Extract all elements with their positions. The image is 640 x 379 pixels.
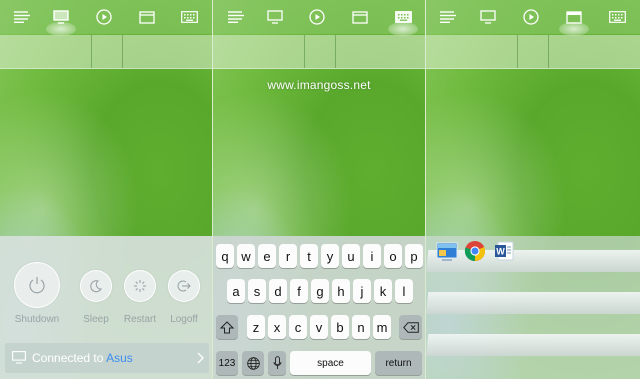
- chevron-right-icon: [197, 352, 204, 364]
- shutdown-label: Shutdown: [14, 314, 60, 325]
- key-w[interactable]: w: [237, 244, 255, 268]
- key-t[interactable]: t: [300, 244, 318, 268]
- window-shelf[interactable]: [426, 250, 640, 272]
- onscreen-keyboard: q w e r t y u i o p a s d f g h j k l z x c v b n m 123 space return: [213, 236, 425, 379]
- microphone-icon: [273, 356, 281, 369]
- monitor-icon: [12, 351, 26, 364]
- shift-key[interactable]: [216, 315, 238, 339]
- menu-icon[interactable]: [439, 9, 457, 25]
- sleep-button[interactable]: [80, 270, 112, 302]
- logoff-label: Logoff: [170, 314, 198, 325]
- menu-icon[interactable]: [227, 9, 245, 25]
- key-o[interactable]: o: [384, 244, 402, 268]
- restart-button[interactable]: [124, 270, 156, 302]
- connection-status-bar[interactable]: Connected to Asus: [5, 343, 209, 373]
- key-k[interactable]: k: [374, 279, 392, 303]
- key-d[interactable]: d: [269, 279, 287, 303]
- top-toolbar: [0, 0, 212, 36]
- key-b[interactable]: b: [331, 315, 349, 339]
- watermark-text: www.imangoss.net: [267, 78, 371, 92]
- key-c[interactable]: c: [289, 315, 307, 339]
- mouse-button-strip[interactable]: [0, 35, 212, 69]
- shift-icon: [220, 320, 234, 333]
- monitor-icon[interactable]: [479, 9, 497, 25]
- app-screen: Shutdown Sleep Restart Logoff Connected …: [0, 0, 640, 379]
- key-e[interactable]: e: [258, 244, 276, 268]
- microphone-key[interactable]: [268, 351, 286, 375]
- key-y[interactable]: y: [321, 244, 339, 268]
- play-icon[interactable]: [95, 9, 113, 25]
- backspace-icon: [402, 321, 419, 333]
- key-f[interactable]: f: [290, 279, 308, 303]
- panel-window-switcher: W: [426, 0, 640, 379]
- key-s[interactable]: s: [248, 279, 266, 303]
- key-x[interactable]: x: [268, 315, 286, 339]
- play-icon[interactable]: [522, 9, 540, 25]
- globe-key[interactable]: [242, 351, 264, 375]
- monitor-icon[interactable]: [52, 9, 70, 25]
- space-key[interactable]: space: [290, 351, 371, 375]
- key-g[interactable]: g: [311, 279, 329, 303]
- key-v[interactable]: v: [310, 315, 328, 339]
- globe-icon: [246, 356, 260, 370]
- key-r[interactable]: r: [279, 244, 297, 268]
- window-icon[interactable]: [565, 9, 583, 25]
- shutdown-button[interactable]: [14, 262, 60, 308]
- window-shelf[interactable]: [426, 292, 640, 314]
- top-toolbar: [213, 0, 425, 36]
- sleep-label: Sleep: [83, 314, 109, 325]
- mouse-button-strip[interactable]: [426, 35, 640, 69]
- key-n[interactable]: n: [352, 315, 370, 339]
- panel-power: Shutdown Sleep Restart Logoff Connected …: [0, 0, 212, 379]
- restart-label: Restart: [123, 314, 157, 325]
- keyboard-icon[interactable]: [608, 9, 626, 25]
- key-j[interactable]: j: [353, 279, 371, 303]
- mouse-button-strip[interactable]: [213, 35, 425, 69]
- return-key[interactable]: return: [375, 351, 422, 375]
- monitor-icon[interactable]: [266, 9, 284, 25]
- logoff-button[interactable]: [168, 270, 200, 302]
- connection-prefix: Connected to: [32, 351, 107, 365]
- key-a[interactable]: a: [227, 279, 245, 303]
- key-q[interactable]: q: [216, 244, 234, 268]
- connected-device-link[interactable]: Asus: [106, 351, 133, 365]
- keyboard-icon[interactable]: [394, 9, 412, 25]
- key-p[interactable]: p: [405, 244, 423, 268]
- key-i[interactable]: i: [363, 244, 381, 268]
- key-u[interactable]: u: [342, 244, 360, 268]
- key-h[interactable]: h: [332, 279, 350, 303]
- numbers-key[interactable]: 123: [216, 351, 238, 375]
- menu-icon[interactable]: [13, 9, 31, 25]
- windows-explorer-icon[interactable]: [436, 240, 458, 262]
- panel-keyboard: www.imangoss.net qwertyuiop asdfghjkl zxcv…: [213, 0, 425, 379]
- key-m[interactable]: m: [373, 315, 391, 339]
- keyboard-icon[interactable]: [180, 9, 198, 25]
- key-l[interactable]: l: [395, 279, 413, 303]
- top-toolbar: [426, 0, 640, 36]
- connection-text: Connected to Asus: [32, 351, 133, 365]
- window-switcher-dock: [426, 236, 640, 379]
- key-z[interactable]: z: [247, 315, 265, 339]
- word-icon[interactable]: W: [493, 240, 515, 262]
- backspace-key[interactable]: [399, 315, 422, 339]
- play-icon[interactable]: [308, 9, 326, 25]
- chrome-icon[interactable]: [464, 240, 486, 262]
- window-icon[interactable]: [351, 9, 369, 25]
- window-icon[interactable]: [138, 9, 156, 25]
- svg-text:W: W: [496, 247, 505, 257]
- window-shelf[interactable]: [426, 334, 640, 356]
